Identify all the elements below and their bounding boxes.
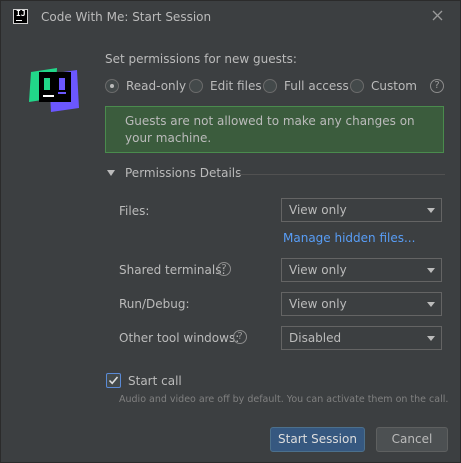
radio-label: Full access <box>284 79 349 93</box>
chevron-down-icon <box>427 208 435 213</box>
info-text: Guests are not allowed to make any chang… <box>125 114 415 145</box>
radio-unchecked-icon <box>189 79 203 93</box>
radio-read-only[interactable]: Read-only <box>105 77 186 95</box>
radio-unchecked-icon <box>263 79 277 93</box>
permissions-details-title: Permissions Details <box>125 166 242 180</box>
radio-custom[interactable]: Custom <box>350 77 417 95</box>
triangle-down-icon <box>107 170 115 176</box>
files-value: View only <box>289 203 347 217</box>
other-tool-windows-dropdown[interactable]: Disabled <box>281 326 442 350</box>
checkmark-icon <box>108 376 119 385</box>
shared-terminals-dropdown[interactable]: View only <box>281 258 442 282</box>
radio-edit-files[interactable]: Edit files <box>189 77 262 95</box>
radio-label: Custom <box>371 79 417 93</box>
other-tool-windows-label: Other tool windows: <box>119 331 240 345</box>
start-session-button[interactable]: Start Session <box>270 427 365 452</box>
code-with-me-logo-icon <box>25 58 83 116</box>
start-call-checkbox[interactable] <box>106 373 121 388</box>
permissions-radio-group: Read-only Edit files Full access Custom … <box>105 77 450 95</box>
chevron-down-icon <box>427 336 435 341</box>
radio-label: Edit files <box>210 79 262 93</box>
shared-terminals-help-icon[interactable]: ? <box>217 262 231 276</box>
start-call-label[interactable]: Start call <box>128 374 182 388</box>
run-debug-label: Run/Debug: <box>119 297 190 311</box>
chevron-down-icon <box>427 302 435 307</box>
run-debug-value: View only <box>289 297 347 311</box>
app-icon-text: IJ <box>16 9 26 18</box>
close-icon[interactable] <box>429 7 447 25</box>
title-bar: IJ Code With Me: Start Session <box>1 1 460 33</box>
intellij-app-icon: IJ <box>13 9 28 24</box>
cancel-button[interactable]: Cancel <box>376 427 448 452</box>
tool-windows-help-icon[interactable]: ? <box>233 330 247 344</box>
radio-label: Read-only <box>126 79 187 93</box>
radio-checked-icon <box>105 79 119 93</box>
run-debug-dropdown[interactable]: View only <box>281 292 442 316</box>
permissions-details-toggle[interactable]: Permissions Details <box>105 165 445 183</box>
start-session-dialog: IJ Code With Me: Start Session Set permi… <box>0 0 461 463</box>
shared-terminals-value: View only <box>289 263 347 277</box>
section-divider <box>236 174 445 175</box>
other-tool-windows-value: Disabled <box>289 331 342 345</box>
permissions-label: Set permissions for new guests: <box>105 52 297 66</box>
permissions-help-icon[interactable]: ? <box>430 79 444 93</box>
radio-unchecked-icon <box>350 79 364 93</box>
start-call-hint: Audio and video are off by default. You … <box>119 394 449 405</box>
window-title: Code With Me: Start Session <box>41 10 212 24</box>
files-label: Files: <box>119 204 150 218</box>
chevron-down-icon <box>427 268 435 273</box>
manage-hidden-files-link[interactable]: Manage hidden files... <box>283 231 415 245</box>
shared-terminals-label: Shared terminals: <box>119 263 226 277</box>
files-dropdown[interactable]: View only <box>281 198 442 222</box>
permissions-info-box: Guests are not allowed to make any chang… <box>105 106 444 153</box>
radio-full-access[interactable]: Full access <box>263 77 349 95</box>
